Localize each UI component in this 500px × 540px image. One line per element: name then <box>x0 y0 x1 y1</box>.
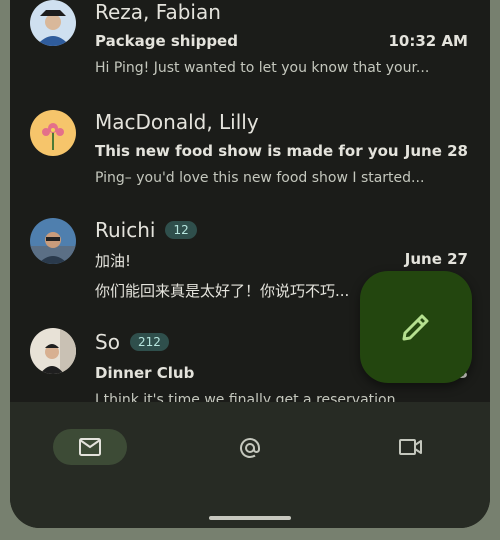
at-sign-icon <box>240 438 260 458</box>
sender-name: MacDonald, Lilly <box>95 110 259 134</box>
sender-name-text: So <box>95 330 120 354</box>
message-subject: Dinner Club <box>95 364 195 382</box>
unread-badge: 12 <box>165 220 197 239</box>
sender-name-text: Ruichi <box>95 218 156 242</box>
conversation-item[interactable]: Reza, Fabian Package shipped 10:32 AM Hi… <box>10 0 490 100</box>
tab-video[interactable] <box>373 429 447 465</box>
video-icon <box>399 439 422 455</box>
avatar <box>30 328 76 374</box>
message-time: June 28 <box>404 142 468 160</box>
message-subject: Package shipped <box>95 32 238 50</box>
message-subject: This new food show is made for you <box>95 142 399 160</box>
message-preview: I think it's time we finally get a reser… <box>95 392 409 402</box>
compose-button[interactable] <box>360 271 472 383</box>
message-subject: 加油! <box>95 252 132 270</box>
conversation-item[interactable]: MacDonald, Lilly This new food show is m… <box>10 100 490 210</box>
sender-name: Ruichi 12 <box>95 218 197 242</box>
sender-name: So 212 <box>95 330 169 354</box>
message-preview: Hi Ping! Just wanted to let you know tha… <box>95 60 430 76</box>
tab-mail[interactable] <box>53 429 127 465</box>
unread-badge: 212 <box>129 332 169 351</box>
sender-name: Reza, Fabian <box>95 0 221 24</box>
gesture-bar <box>209 516 291 520</box>
avatar <box>30 218 76 264</box>
mail-icon <box>79 438 101 456</box>
bottom-navigation <box>10 402 490 528</box>
app-screen: Reza, Fabian Package shipped 10:32 AM Hi… <box>10 0 490 528</box>
message-time: June 27 <box>404 250 468 268</box>
pencil-icon <box>402 314 429 341</box>
tab-mentions[interactable] <box>213 429 287 465</box>
avatar <box>30 110 76 156</box>
message-preview: 你们能回来真是太好了！你说巧不巧... <box>95 282 350 300</box>
avatar <box>30 0 76 46</box>
message-preview: Ping– you'd love this new food show I st… <box>95 170 425 186</box>
message-time: 10:32 AM <box>388 32 468 50</box>
